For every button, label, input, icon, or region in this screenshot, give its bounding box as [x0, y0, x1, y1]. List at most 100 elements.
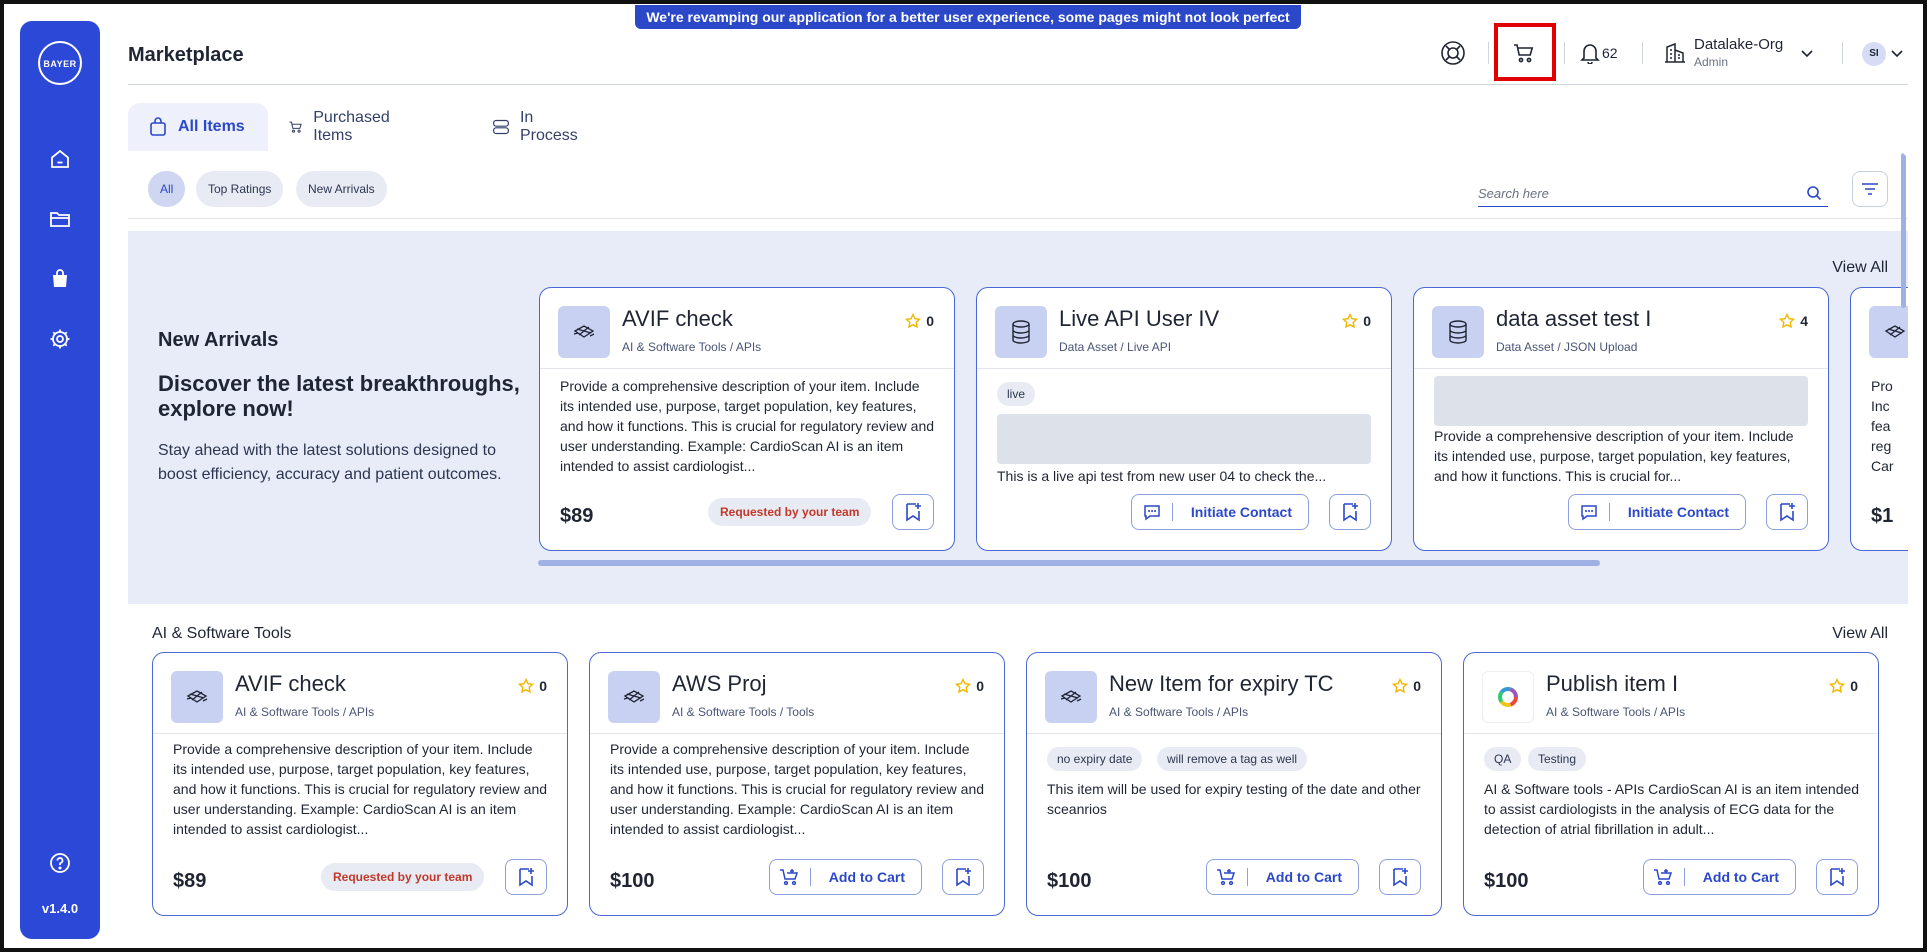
- marketplace-bag-icon[interactable]: [48, 267, 72, 291]
- tab-in-process[interactable]: In Process: [472, 103, 602, 151]
- vertical-scrollbar[interactable]: [1901, 153, 1906, 308]
- header-separator: [1564, 42, 1565, 64]
- product-card[interactable]: Live API User IV Data Asset / Live API 0…: [976, 287, 1392, 551]
- rating-value: 0: [1413, 678, 1421, 694]
- cart-plus-icon: [1216, 869, 1235, 886]
- ai-tools-view-all-link[interactable]: View All: [1832, 625, 1888, 643]
- product-title: Publish item I: [1546, 671, 1679, 696]
- bookmark-add-icon: [519, 868, 534, 887]
- product-card[interactable]: Publish item I AI & Software Tools / API…: [1463, 652, 1879, 916]
- bookmark-button[interactable]: [892, 494, 934, 530]
- bookmark-button[interactable]: [942, 859, 984, 895]
- product-card[interactable]: New Item for expiry TC AI & Software Too…: [1026, 652, 1442, 916]
- card-divider: [590, 733, 1004, 734]
- requested-badge: Requested by your team: [708, 498, 872, 526]
- tab-purchased-items[interactable]: Purchased Items: [268, 103, 417, 151]
- product-card[interactable]: data asset test I Data Asset / JSON Uplo…: [1413, 287, 1829, 551]
- chip-all[interactable]: All: [148, 171, 186, 207]
- product-card[interactable]: Pro Inc fea reg Car $1: [1850, 287, 1908, 551]
- filter-button[interactable]: [1852, 171, 1888, 207]
- product-tag: no expiry date: [1047, 747, 1143, 771]
- card-divider: [540, 368, 954, 369]
- product-thumbnail: [558, 306, 610, 358]
- product-card[interactable]: AVIF check AI & Software Tools / APIs 0 …: [539, 287, 955, 551]
- product-thumbnail: [608, 671, 660, 723]
- settings-icon[interactable]: [48, 327, 72, 351]
- cart-icon[interactable]: [1512, 42, 1536, 64]
- chat-icon: [1144, 505, 1160, 521]
- chevron-down-icon[interactable]: [1890, 46, 1904, 60]
- product-thumbnail: [1045, 671, 1097, 723]
- tab-label: Purchased Items: [313, 109, 390, 144]
- product-description: This item will be used for expiry testin…: [1047, 781, 1421, 817]
- new-arrivals-view-all-link[interactable]: View All: [1832, 259, 1888, 277]
- initiate-contact-button[interactable]: Initiate Contact: [1130, 494, 1309, 530]
- tab-all-items[interactable]: All Items: [128, 103, 268, 151]
- product-card[interactable]: AWS Proj AI & Software Tools / Tools 0 P…: [589, 652, 1005, 916]
- app-version: v1.4.0: [41, 901, 79, 916]
- bookmark-button[interactable]: [1766, 494, 1808, 530]
- bookmark-button[interactable]: [505, 859, 547, 895]
- search-icon[interactable]: [1806, 185, 1822, 201]
- new-arrivals-description: Stay ahead with the latest solutions des…: [158, 442, 502, 483]
- product-rating: 0: [518, 678, 547, 694]
- database-icon: [1449, 320, 1467, 344]
- product-description: Pro Inc fea reg Car: [1871, 378, 1894, 474]
- folder-icon[interactable]: [48, 207, 72, 231]
- product-category: AI & Software Tools / APIs: [235, 705, 375, 719]
- product-tag: Testing: [1528, 747, 1587, 771]
- product-rating: 0: [1392, 678, 1421, 694]
- image-placeholder: [1434, 376, 1808, 426]
- home-icon[interactable]: [48, 147, 72, 171]
- add-to-cart-button[interactable]: Add to Cart: [1642, 859, 1796, 895]
- bayer-logo[interactable]: BAYER: [38, 41, 82, 85]
- help-icon[interactable]: [48, 851, 72, 875]
- product-price: $100: [610, 870, 655, 892]
- horizontal-scrollbar[interactable]: [538, 560, 1600, 566]
- product-price: $100: [1484, 870, 1529, 892]
- requested-badge: Requested by your team: [321, 863, 485, 891]
- chevron-down-icon[interactable]: [1800, 46, 1814, 60]
- add-to-cart-button[interactable]: Add to Cart: [768, 859, 922, 895]
- product-description: This is a live api test from new user 04…: [997, 468, 1327, 484]
- header-separator: [1642, 42, 1643, 64]
- product-description: Provide a comprehensive description of y…: [173, 741, 548, 837]
- product-category: AI & Software Tools / Tools: [672, 705, 815, 719]
- bookmark-button[interactable]: [1329, 494, 1371, 530]
- product-category: AI & Software Tools / APIs: [1109, 705, 1249, 719]
- organization-building-icon: [1664, 42, 1686, 64]
- card-divider: [1027, 733, 1441, 734]
- search-input[interactable]: [1478, 181, 1798, 205]
- product-thumbnail: [1869, 306, 1908, 358]
- chat-icon: [1581, 505, 1597, 521]
- new-arrivals-section: View All New Arrivals Discover the lates…: [128, 231, 1908, 604]
- cart-plus-icon: [1653, 869, 1672, 886]
- bookmark-button[interactable]: [1816, 859, 1858, 895]
- product-thumbnail: [171, 671, 223, 723]
- bookmark-add-icon: [1830, 868, 1845, 887]
- initiate-contact-button[interactable]: Initiate Contact: [1567, 494, 1746, 530]
- bell-icon[interactable]: [1580, 42, 1600, 64]
- chip-top-ratings[interactable]: Top Ratings: [196, 171, 284, 207]
- product-thumbnail: [1482, 671, 1534, 723]
- product-tag: will remove a tag as well: [1157, 747, 1308, 771]
- product-tag: live: [997, 382, 1036, 406]
- star-icon: [1342, 313, 1359, 329]
- product-price: $1: [1871, 505, 1894, 527]
- card-divider: [1464, 733, 1878, 734]
- avatar[interactable]: SI: [1862, 42, 1886, 66]
- product-card[interactable]: AVIF check AI & Software Tools / APIs 0 …: [152, 652, 568, 916]
- add-to-cart-button[interactable]: Add to Cart: [1205, 859, 1359, 895]
- bookmark-button[interactable]: [1379, 859, 1421, 895]
- card-divider: [153, 733, 567, 734]
- new-arrivals-title: New Arrivals: [158, 329, 279, 351]
- product-price: $100: [1047, 870, 1092, 892]
- product-title: Live API User IV: [1059, 306, 1220, 331]
- support-icon[interactable]: [1440, 40, 1466, 66]
- org-name[interactable]: Datalake-Org: [1694, 36, 1783, 53]
- bag-icon: [150, 117, 166, 136]
- chip-new-arrivals[interactable]: New Arrivals: [296, 171, 387, 207]
- ai-tools-section-title: AI & Software Tools: [152, 625, 292, 642]
- card-divider: [977, 368, 1391, 369]
- card-divider: [1414, 368, 1828, 369]
